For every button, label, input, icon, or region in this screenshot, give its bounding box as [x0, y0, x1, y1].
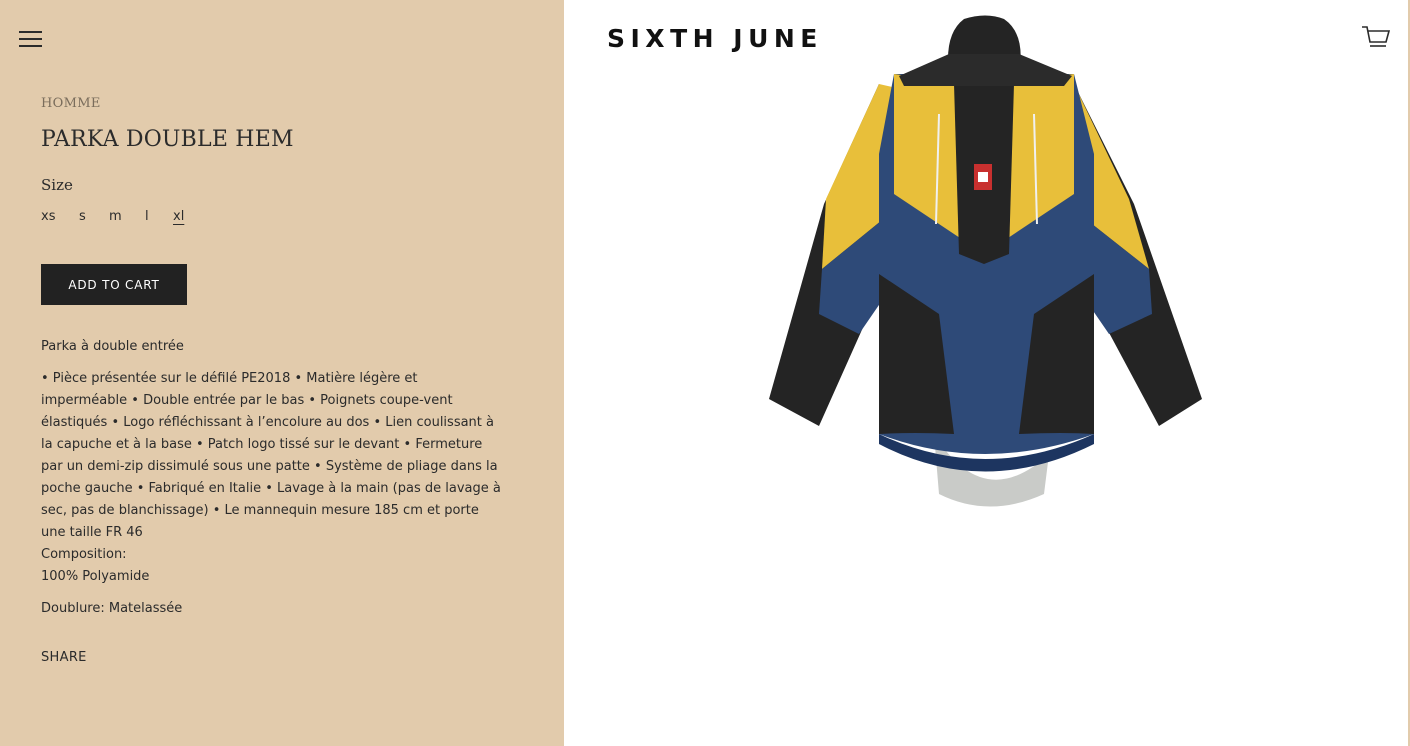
size-option-xl[interactable]: xl [173, 209, 184, 224]
description-intro: Parka à double entrée [41, 339, 184, 354]
lining-info: Doublure: Matelassée [41, 601, 183, 616]
description-text: • Pièce présentée sur le défilé PE2018 •… [41, 371, 501, 540]
product-image-panel: SIXTH JUNE [564, 0, 1410, 746]
size-option-l[interactable]: l [145, 209, 149, 224]
size-option-xs[interactable]: xs [41, 209, 55, 224]
product-photo-parka [769, 15, 1202, 507]
share-link[interactable]: SHARE [41, 650, 87, 665]
product-info-panel: HOMME PARKA DOUBLE HEM Size xs s m l xl … [0, 0, 564, 746]
product-title: PARKA DOUBLE HEM [41, 127, 294, 152]
size-option-s[interactable]: s [79, 209, 86, 224]
size-option-m[interactable]: m [109, 209, 122, 224]
size-label: Size [41, 176, 73, 194]
breadcrumb-category[interactable]: HOMME [41, 96, 101, 111]
composition-value: 100% Polyamide [41, 569, 150, 584]
hamburger-menu-icon[interactable] [19, 30, 42, 48]
add-to-cart-button[interactable]: ADD TO CART [41, 264, 187, 305]
description-body: • Pièce présentée sur le défilé PE2018 •… [41, 368, 501, 588]
composition-label: Composition: [41, 547, 127, 562]
shopping-cart-icon[interactable] [1361, 24, 1391, 52]
